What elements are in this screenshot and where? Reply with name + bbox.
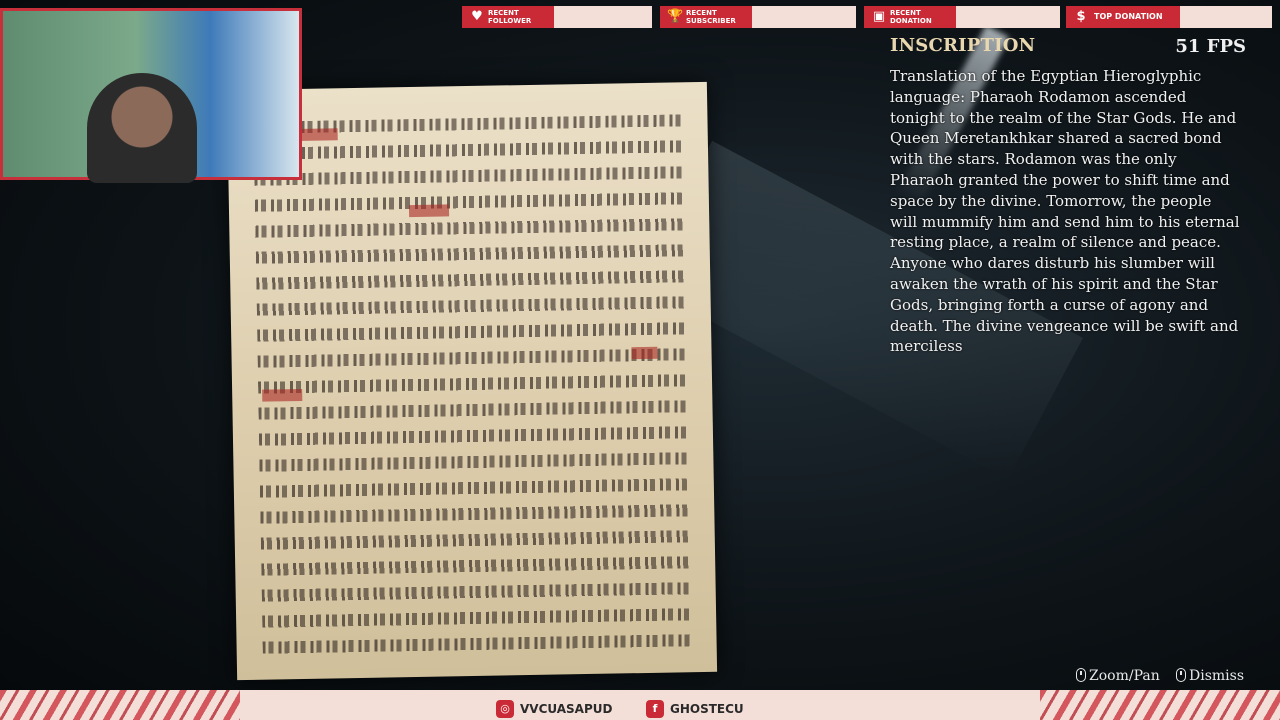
alert-label: 🏆 RECENT SUBSCRIBER — [664, 6, 752, 28]
heart-icon: ♥ — [471, 9, 483, 24]
zoom-pan-control[interactable]: Zoom/Pan — [1076, 668, 1160, 684]
alert-text: TOP DONATION — [1094, 12, 1163, 21]
dismiss-label: Dismiss — [1189, 668, 1245, 684]
instagram-handle: ◎ VVCUASAPUD — [496, 700, 612, 718]
facebook-icon: f — [646, 700, 664, 718]
webcam-overlay — [0, 8, 302, 183]
recent-donation-alert: ▣ RECENT DONATION — [864, 6, 1060, 28]
alert-label: ▣ RECENT DONATION — [868, 6, 956, 28]
red-glyph — [408, 204, 450, 218]
red-glyph — [297, 128, 338, 142]
facebook-label: GHOSTECU — [670, 702, 744, 716]
dismiss-control[interactable]: Dismiss — [1176, 668, 1244, 684]
stream-footer — [0, 690, 1280, 720]
facebook-handle: f GHOSTECU — [646, 700, 744, 718]
money-bag-icon: $ — [1076, 9, 1086, 24]
mouse-icon — [1076, 668, 1086, 682]
streamer-avatar — [87, 73, 197, 183]
zoom-pan-label: Zoom/Pan — [1089, 668, 1160, 684]
top-donation-alert: $ TOP DONATION — [1066, 6, 1272, 28]
alert-text: RECENT DONATION — [890, 9, 932, 25]
instagram-icon: ◎ — [496, 700, 514, 718]
hieroglyph-text — [253, 114, 691, 658]
red-glyph — [631, 346, 658, 360]
cash-register-icon: ▣ — [872, 9, 886, 24]
trophy-icon: 🏆 — [667, 9, 684, 24]
recent-subscriber-alert: 🏆 RECENT SUBSCRIBER — [660, 6, 856, 28]
fps-counter: 51 FPS — [1175, 36, 1246, 57]
alert-text: RECENT FOLLOWER — [488, 9, 532, 25]
inscription-title: INSCRIPTION — [890, 35, 1036, 56]
alert-text: RECENT SUBSCRIBER — [686, 9, 736, 25]
mouse-icon — [1176, 668, 1186, 682]
alert-label: $ TOP DONATION — [1070, 6, 1180, 28]
red-glyph — [262, 388, 303, 402]
alert-label: ♥ RECENT FOLLOWER — [466, 6, 554, 28]
instagram-label: VVCUASAPUD — [520, 702, 613, 716]
recent-follower-alert: ♥ RECENT FOLLOWER — [462, 6, 652, 28]
translation-text: Translation of the Egyptian Hieroglyphic… — [890, 67, 1240, 356]
